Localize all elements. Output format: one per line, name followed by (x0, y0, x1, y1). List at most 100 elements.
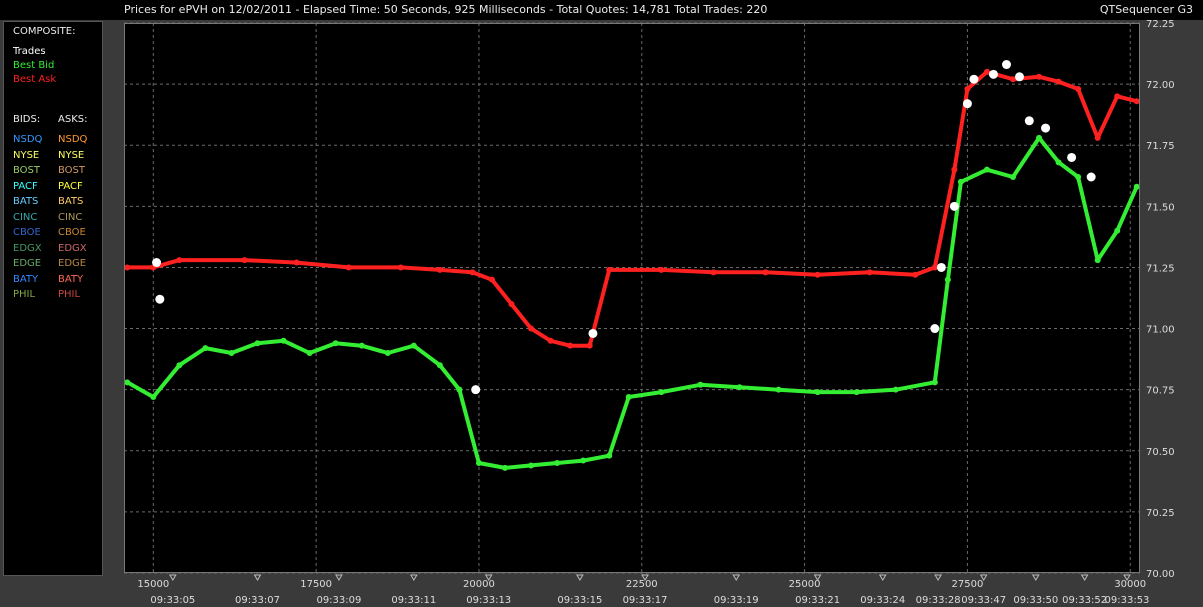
time-label: 09:33:11 (391, 595, 436, 606)
series-best-bid-point (625, 394, 632, 400)
series-best-ask-point (866, 269, 873, 276)
legend-bid-cinc: CINC (13, 211, 38, 223)
series-best-ask-point (176, 257, 183, 264)
series-best-bid-point (150, 394, 157, 400)
legend-ask-bost: BOST (58, 165, 86, 176)
series-best-bid-point (202, 345, 209, 352)
series-best-ask-point (124, 264, 131, 271)
series-best-bid-point (456, 386, 463, 393)
series-best-bid-point (1094, 257, 1101, 264)
x-tick-label: 20000 (463, 579, 495, 590)
legend-bid-nsdq: NSDQ (13, 134, 43, 145)
y-tick-label: 70.75 (1146, 386, 1175, 397)
series-best-ask-point (508, 301, 515, 308)
x-tick-label: 25000 (789, 579, 821, 590)
series-best-bid-point (554, 460, 561, 466)
y-tick-label: 70.25 (1146, 508, 1175, 519)
series-best-ask-point (469, 269, 476, 276)
trade-point (930, 324, 940, 334)
series-best-bid-point (1133, 183, 1140, 190)
legend-ask-nsdq: NSDQ (58, 134, 88, 145)
time-label: 09:33:47 (961, 595, 1006, 606)
series-best-bid-point (475, 460, 482, 466)
time-label: 09:33:17 (623, 595, 668, 606)
x-tick-label: 17500 (300, 579, 332, 590)
series-best-bid-point (1055, 159, 1062, 166)
series-best-bid-point (606, 452, 613, 459)
y-tick-label: 71.00 (1146, 325, 1175, 336)
series-best-bid-point (1036, 134, 1043, 141)
series-best-ask-point (658, 266, 665, 273)
series-best-bid-point (697, 381, 704, 388)
time-marker (253, 574, 262, 581)
series-best-bid-point (1114, 227, 1121, 234)
trade-point (1086, 172, 1096, 182)
trade-point (152, 258, 162, 268)
series-best-ask-point (528, 325, 535, 332)
series-best-ask-point (912, 271, 919, 278)
series-best-bid-point (983, 166, 990, 173)
series-best-bid-point (853, 389, 860, 396)
y-tick-label: 71.75 (1146, 141, 1175, 152)
time-label: 09:33:13 (466, 595, 511, 606)
series-best-bid-point (814, 389, 821, 396)
x-tick-label: 22500 (626, 579, 658, 590)
series-best-ask-point (345, 264, 352, 271)
trade-point (1015, 72, 1025, 82)
time-label: 09:33:50 (1013, 595, 1058, 606)
legend-ask-pacf: PACF (58, 180, 83, 192)
trade-point (969, 74, 979, 84)
series-best-bid-point (528, 462, 535, 469)
legend-bid-cboe: CBOE (13, 227, 41, 238)
trade-point (1024, 116, 1034, 126)
series-best-bid-point (944, 276, 951, 283)
series-best-bid-point (502, 464, 508, 471)
time-marker (1031, 574, 1040, 581)
series-best-ask-point (1055, 78, 1062, 85)
series-best-ask-point (762, 269, 769, 276)
legend-panel: COMPOSITE: Trades Best Bid Best Ask BIDS… (3, 21, 103, 576)
legend-ask-bats: BATS (58, 196, 84, 207)
series-best-ask-point (1094, 134, 1101, 141)
legend-best-ask: Best Ask (13, 74, 57, 85)
series-best-bid-point (658, 389, 665, 396)
y-tick-label: 71.25 (1146, 263, 1175, 274)
x-tick-label: 27500 (952, 579, 984, 590)
y-tick-label: 70.50 (1146, 447, 1175, 458)
legend-bid-nyse: NYSE (13, 149, 40, 161)
time-label: 09:33:07 (235, 595, 280, 606)
trade-point (155, 294, 165, 304)
price-chart: 72.25 72.00 71.75 71.50 71.25 71.00 70.75 70.50… (124, 20, 1175, 606)
series-best-ask-point (951, 166, 958, 173)
legend-ask-cinc: CINC (58, 211, 83, 223)
x-tick-label: 15000 (137, 579, 169, 590)
series-best-bid-point (736, 384, 743, 391)
legend-bid-baty: BATY (13, 273, 39, 285)
x-tick-label: 30000 (1114, 579, 1146, 590)
series-best-bid-point (410, 342, 417, 349)
time-marker (335, 574, 343, 581)
series-best-bid-point (931, 379, 938, 386)
time-marker (878, 574, 887, 581)
legend-bid-edge: EDGE (13, 258, 42, 269)
series-best-bid-point (228, 350, 235, 356)
trade-point (936, 262, 946, 272)
time-marker (576, 574, 584, 581)
series-best-ask-point (1075, 86, 1082, 92)
series-best-bid-point (1075, 174, 1082, 180)
legend-ask-nyse: NYSE (58, 149, 85, 161)
time-label: 09:33:24 (860, 595, 905, 606)
series-best-bid-point (892, 386, 899, 393)
time-label: 09:33:21 (795, 595, 840, 606)
legend-bid-edgx: EDGX (13, 242, 42, 254)
series-best-ask-point (436, 266, 443, 273)
time-label: 09:33:09 (316, 595, 361, 606)
legend-ask-cboe: CBOE (58, 227, 86, 238)
series-best-bid-point (580, 457, 587, 464)
series-best-bid-point (775, 386, 782, 393)
time-label: 09:33:15 (557, 595, 602, 606)
trade-point (1067, 152, 1077, 162)
legend-ask-edge: EDGE (58, 258, 87, 269)
series-best-bid-point (280, 337, 287, 344)
series-best-ask-point (1133, 98, 1140, 105)
